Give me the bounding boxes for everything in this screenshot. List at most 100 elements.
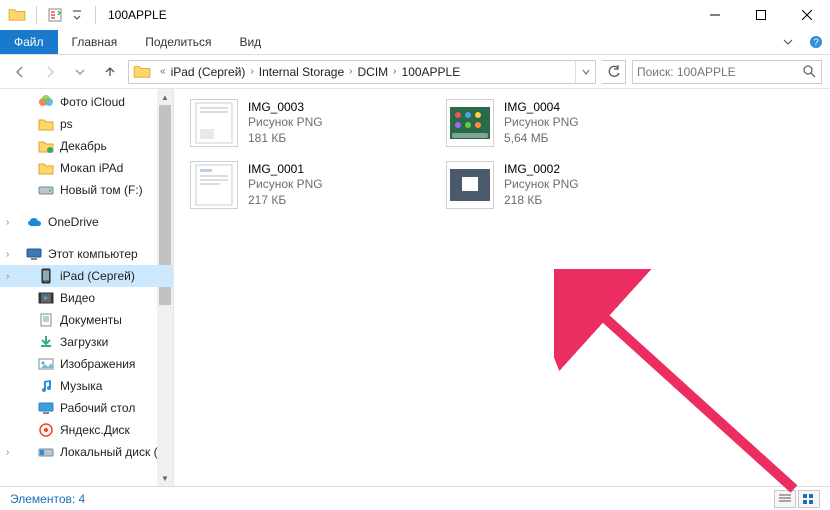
breadcrumb-item[interactable]: 100APPLE — [402, 65, 461, 79]
app-folder-icon — [8, 7, 26, 23]
search-icon[interactable] — [801, 65, 817, 78]
sidebar-item-label: Видео — [60, 291, 95, 305]
maximize-button[interactable] — [738, 0, 784, 30]
file-type: Рисунок PNG — [248, 177, 323, 193]
sidebar-item-label: Изображения — [60, 357, 135, 371]
docs-icon — [38, 312, 54, 328]
sidebar-item[interactable]: Новый том (F:) — [0, 179, 173, 201]
expand-caret-icon[interactable]: › — [6, 447, 9, 458]
drive-c-icon — [38, 444, 54, 460]
sidebar-item[interactable]: › OneDrive — [0, 211, 173, 233]
view-large-icons-button[interactable] — [798, 490, 820, 508]
status-bar: Элементов: 4 — [0, 486, 830, 510]
file-name: IMG_0004 — [504, 100, 579, 116]
sidebar-item-label: OneDrive — [48, 215, 99, 229]
file-thumbnail — [190, 99, 238, 147]
close-button[interactable] — [784, 0, 830, 30]
sidebar-item-label: Фото iCloud — [60, 95, 125, 109]
svg-text:?: ? — [813, 38, 819, 49]
quick-access-toolbar — [0, 6, 100, 24]
file-size: 218 КБ — [504, 193, 579, 209]
breadcrumb-item[interactable]: iPad (Сергей) — [171, 65, 246, 79]
sidebar-item[interactable]: Музыка — [0, 375, 173, 397]
sidebar-item-label: Локальный диск ( — [60, 445, 158, 459]
sidebar-item[interactable]: Загрузки — [0, 331, 173, 353]
chevron-right-icon[interactable]: › — [344, 66, 357, 77]
sidebar-item[interactable]: Мокап iPAd — [0, 157, 173, 179]
annotation-arrow — [554, 269, 814, 509]
qat-separator-2 — [95, 6, 96, 24]
chevron-left-icon[interactable]: « — [155, 66, 171, 77]
expand-caret-icon[interactable]: › — [6, 249, 9, 260]
music-icon — [38, 378, 54, 394]
desktop-icon — [38, 400, 54, 416]
address-dropdown-button[interactable] — [575, 61, 595, 83]
file-size: 217 КБ — [248, 193, 323, 209]
ribbon-tab-view[interactable]: Вид — [225, 30, 275, 54]
expand-caret-icon[interactable]: › — [6, 217, 9, 228]
sidebar-item[interactable]: ps — [0, 113, 173, 135]
sidebar-item[interactable]: Рабочий стол — [0, 397, 173, 419]
sidebar-item[interactable]: › Локальный диск ( — [0, 441, 173, 463]
file-thumbnail — [446, 161, 494, 209]
breadcrumb-item[interactable]: Internal Storage — [259, 65, 344, 79]
sidebar-item-label: Загрузки — [60, 335, 108, 349]
drive-icon — [38, 182, 54, 198]
ribbon-tab-home[interactable]: Главная — [58, 30, 132, 54]
sidebar-item[interactable]: Документы — [0, 309, 173, 331]
status-item-count: Элементов: 4 — [10, 492, 85, 506]
file-list-pane[interactable]: IMG_0003Рисунок PNG181 КБIMG_0004Рисунок… — [174, 89, 830, 486]
sidebar-item-label: Этот компьютер — [48, 247, 138, 261]
help-button[interactable]: ? — [802, 30, 830, 54]
video-icon — [38, 290, 54, 306]
file-item[interactable]: IMG_0001Рисунок PNG217 КБ — [188, 159, 428, 211]
minimize-button[interactable] — [692, 0, 738, 30]
refresh-button[interactable] — [602, 60, 626, 84]
file-item[interactable]: IMG_0003Рисунок PNG181 КБ — [188, 97, 428, 149]
file-item[interactable]: IMG_0004Рисунок PNG5,64 МБ — [444, 97, 684, 149]
sidebar-item[interactable]: Яндекс.Диск — [0, 419, 173, 441]
ribbon-tab-share[interactable]: Поделиться — [131, 30, 225, 54]
file-thumbnail — [446, 99, 494, 147]
search-box[interactable] — [632, 60, 822, 84]
pc-icon — [26, 246, 42, 262]
nav-forward-button[interactable] — [38, 60, 62, 84]
ipad-icon — [38, 268, 54, 284]
sidebar-item[interactable]: ›iPad (Сергей) — [0, 265, 173, 287]
sidebar-item-label: Мокап iPAd — [60, 161, 123, 175]
file-item[interactable]: IMG_0002Рисунок PNG218 КБ — [444, 159, 684, 211]
nav-up-button[interactable] — [98, 60, 122, 84]
folder-pinned-icon — [38, 138, 54, 154]
breadcrumb-item[interactable]: DCIM — [358, 65, 389, 79]
sidebar-item[interactable]: Фото iCloud — [0, 91, 173, 113]
view-details-button[interactable] — [774, 490, 796, 508]
folder-icon — [38, 116, 54, 132]
file-name: IMG_0002 — [504, 162, 579, 178]
navigation-pane[interactable]: ▲ ▼ Фото iCloudpsДекабрьМокап iPAdНовый … — [0, 89, 174, 486]
sidebar-item-label: Музыка — [60, 379, 102, 393]
nav-back-button[interactable] — [8, 60, 32, 84]
file-name: IMG_0001 — [248, 162, 323, 178]
nav-recent-button[interactable] — [68, 60, 92, 84]
onedrive-icon — [26, 214, 42, 230]
properties-icon[interactable] — [47, 7, 63, 23]
main-split: ▲ ▼ Фото iCloudpsДекабрьМокап iPAdНовый … — [0, 89, 830, 486]
navigation-bar: « iPad (Сергей) › Internal Storage › DCI… — [0, 55, 830, 89]
qat-dropdown-icon[interactable] — [69, 7, 85, 23]
search-input[interactable] — [637, 65, 801, 79]
expand-caret-icon[interactable]: › — [6, 271, 9, 282]
file-tab[interactable]: Файл — [0, 30, 58, 54]
sidebar-item[interactable]: › Этот компьютер — [0, 243, 173, 265]
scroll-down-button[interactable]: ▼ — [157, 470, 173, 486]
address-bar[interactable]: « iPad (Сергей) › Internal Storage › DCI… — [128, 60, 596, 84]
folder-icon — [38, 160, 54, 176]
sidebar-item-label: Декабрь — [60, 139, 107, 153]
sidebar-item[interactable]: Видео — [0, 287, 173, 309]
chevron-right-icon[interactable]: › — [245, 66, 258, 77]
sidebar-item[interactable]: Изображения — [0, 353, 173, 375]
sidebar-item-label: Документы — [60, 313, 122, 327]
sidebar-item[interactable]: Декабрь — [0, 135, 173, 157]
ribbon-expand-button[interactable] — [774, 30, 802, 54]
sidebar-item-label: ps — [60, 117, 73, 131]
chevron-right-icon[interactable]: › — [388, 66, 401, 77]
